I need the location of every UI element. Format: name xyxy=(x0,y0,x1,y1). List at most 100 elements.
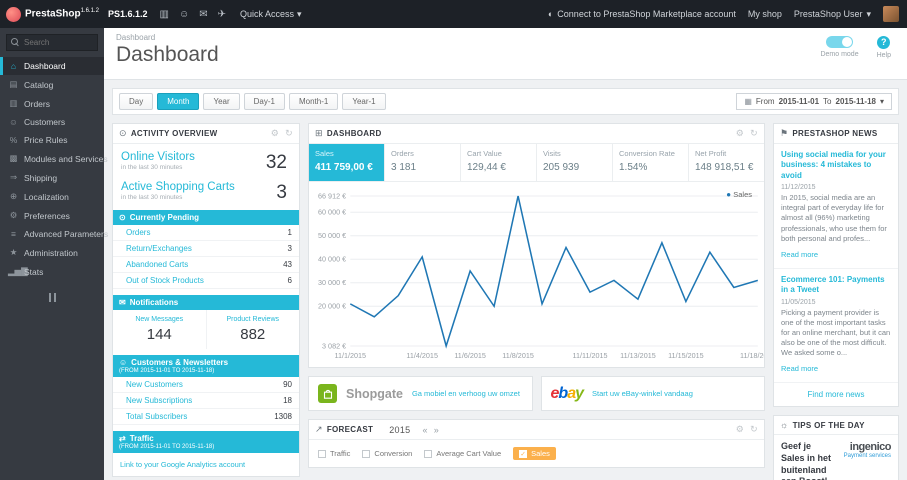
next-year-button[interactable]: » xyxy=(434,425,439,435)
shopgate-link[interactable]: Ga mobiel en verhoog uw omzet xyxy=(412,389,520,398)
refresh-icon[interactable]: ↻ xyxy=(750,128,758,139)
section-title: Currently Pending xyxy=(129,213,200,222)
range-button-year-1[interactable]: Year-1 xyxy=(342,93,386,110)
kpi-cart-value[interactable]: Cart Value 129,44 € xyxy=(461,144,537,181)
forecast-toggle-traffic[interactable]: Traffic xyxy=(318,449,350,458)
range-button-day-1[interactable]: Day-1 xyxy=(243,93,285,110)
kpi-conversion-rate[interactable]: Conversion Rate 1.54% xyxy=(613,144,689,181)
gear-icon[interactable]: ⚙ xyxy=(736,128,744,139)
sidebar-item-orders[interactable]: ▥ Orders xyxy=(0,94,104,113)
activity-panel-header: ⊙ ACTIVITY OVERVIEW ⚙ ↻ xyxy=(113,124,299,144)
sidebar-item-label: Stats xyxy=(24,266,44,277)
chart-legend[interactable]: ● Sales xyxy=(726,190,752,199)
gear-icon[interactable]: ⚙ xyxy=(736,424,744,435)
forecast-year[interactable]: 2015 xyxy=(389,425,410,435)
row-value: 18 xyxy=(283,396,292,405)
forecast-toggle-conversion[interactable]: Conversion xyxy=(362,449,412,458)
pending-row-out-of-stock: Out of Stock Products 6 xyxy=(113,273,299,289)
read-more-link[interactable]: Read more xyxy=(781,364,818,373)
cell-value: 882 xyxy=(240,326,266,343)
row-label[interactable]: New Subscriptions xyxy=(126,396,192,405)
customers-row-new-customers: New Customers 90 xyxy=(113,377,299,393)
sidebar-item-administration[interactable]: ★ Administration xyxy=(0,243,104,262)
ebay-ad[interactable]: ebay Start uw eBay-winkel vandaag xyxy=(540,376,765,411)
shop-name[interactable]: PS1.6.1.2 xyxy=(108,9,148,19)
row-label[interactable]: Orders xyxy=(126,228,150,237)
kpi-value: 411 759,00 € xyxy=(315,162,373,173)
sidebar-item-label: Shipping xyxy=(24,172,58,183)
quick-access-menu[interactable]: Quick Access ▾ xyxy=(240,9,302,20)
find-more-news-link[interactable]: Find more news xyxy=(774,383,898,406)
row-label[interactable]: New Customers xyxy=(126,380,183,389)
bag-icon[interactable]: ▥ xyxy=(160,9,169,20)
breadcrumb[interactable]: Dashboard xyxy=(116,33,895,42)
topbar: PrestaShop1.6.1.2 PS1.6.1.2 ▥ ☺ ✉ ✈ Quic… xyxy=(0,0,907,28)
sidebar-item-catalog[interactable]: ▤ Catalog xyxy=(0,75,104,94)
ebay-link[interactable]: Start uw eBay-winkel vandaag xyxy=(592,389,693,398)
sidebar-item-label: Orders xyxy=(24,98,50,109)
person-icon[interactable]: ☺ xyxy=(179,9,189,20)
refresh-icon[interactable]: ↻ xyxy=(285,128,293,139)
notifications-header: ✉ Notifications xyxy=(113,295,299,310)
sidebar-item-modules[interactable]: ▩ Modules and Services xyxy=(0,149,107,168)
legend-dot-icon: ● xyxy=(726,190,732,199)
my-shop-link[interactable]: My shop xyxy=(748,9,782,19)
row-label[interactable]: Total Subscribers xyxy=(126,412,187,421)
demo-mode-toggle[interactable] xyxy=(826,36,854,48)
forecast-toggle-average-cart-value[interactable]: Average Cart Value xyxy=(424,449,501,458)
svg-text:11/11/2015: 11/11/2015 xyxy=(572,352,607,360)
date-range-picker[interactable]: ▦ From 2015-11-01 To 2015-11-18 ▾ xyxy=(736,93,892,110)
kpi-sales[interactable]: Sales 411 759,00 € xyxy=(309,144,385,181)
kpi-label: Net Profit xyxy=(695,149,727,158)
user-menu[interactable]: PrestaShop User ▾ xyxy=(794,9,871,20)
sidebar-item-advanced-parameters[interactable]: ≡ Advanced Parameters xyxy=(0,225,108,243)
sidebar-item-stats[interactable]: ▂▅▇ Stats xyxy=(0,262,104,281)
range-button-day[interactable]: Day xyxy=(119,93,154,110)
article-title[interactable]: Ecommerce 101: Payments in a Tweet xyxy=(781,275,891,296)
sidebar-item-preferences[interactable]: ⚙ Preferences xyxy=(0,206,104,225)
kpi-net-profit[interactable]: Net Profit 148 918,51 € xyxy=(689,144,764,181)
kpi-orders[interactable]: Orders 3 181 xyxy=(385,144,461,181)
article-title[interactable]: Using social media for your business: 4 … xyxy=(781,150,891,181)
admin-icon: ★ xyxy=(9,247,18,257)
from-label: From xyxy=(755,97,775,106)
read-more-link[interactable]: Read more xyxy=(781,250,818,259)
sidebar-item-shipping[interactable]: ⇒ Shipping xyxy=(0,168,104,187)
kpi-visits[interactable]: Visits 205 939 xyxy=(537,144,613,181)
range-button-year[interactable]: Year xyxy=(203,93,240,110)
active-carts-label[interactable]: Active Shopping Carts xyxy=(121,181,291,193)
range-button-month-1[interactable]: Month-1 xyxy=(288,93,339,110)
brand-block[interactable]: PrestaShop1.6.1.2 xyxy=(0,6,104,22)
sales-chart-wrap: ● Sales 66 912 € 60 000 € 50 000 € 40 000 €… xyxy=(309,182,776,367)
svg-text:30 000 €: 30 000 € xyxy=(318,279,346,287)
search-input[interactable] xyxy=(24,38,96,47)
envelope-icon[interactable]: ✉ xyxy=(199,9,207,20)
row-label[interactable]: Out of Stock Products xyxy=(126,276,204,285)
shopgate-ad[interactable]: Shopgate Ga mobiel en verhoog uw omzet xyxy=(308,376,533,411)
row-label[interactable]: Abandoned Carts xyxy=(126,260,188,269)
refresh-icon[interactable]: ↻ xyxy=(750,424,758,435)
new-messages-cell[interactable]: New Messages 144 xyxy=(113,310,207,349)
forecast-toggle-sales[interactable]: ✓ Sales xyxy=(513,447,556,460)
sidebar-item-customers[interactable]: ☺ Customers xyxy=(0,113,104,131)
google-analytics-link[interactable]: Link to your Google Analytics account xyxy=(113,453,299,476)
rocket-icon[interactable]: ✈ xyxy=(218,9,226,20)
kpi-label: Cart Value xyxy=(467,149,502,158)
modules-icon: ▩ xyxy=(9,153,18,163)
sidebar-item-price-rules[interactable]: % Price Rules xyxy=(0,131,104,149)
row-label[interactable]: Return/Exchanges xyxy=(126,244,192,253)
avatar[interactable] xyxy=(883,6,899,22)
row-value: 1 xyxy=(287,228,292,237)
previous-year-button[interactable]: « xyxy=(422,425,427,435)
range-button-month[interactable]: Month xyxy=(157,93,200,110)
sidebar-item-dashboard[interactable]: ⌂ Dashboard xyxy=(0,57,104,75)
gear-icon[interactable]: ⚙ xyxy=(271,128,279,139)
toggle-label: Conversion xyxy=(374,449,413,458)
marketplace-connect-link[interactable]: ◐ Connect to PrestaShop Marketplace acco… xyxy=(548,9,736,19)
sidebar-item-localization[interactable]: ⊕ Localization xyxy=(0,187,104,206)
product-reviews-cell[interactable]: Product Reviews 882 xyxy=(207,310,300,349)
svg-text:11/1/2015: 11/1/2015 xyxy=(334,352,366,360)
help-icon[interactable]: ? xyxy=(877,36,891,49)
collapse-sidebar-button[interactable] xyxy=(0,293,104,302)
ingenico-logo[interactable]: ingenico Payment services xyxy=(839,441,892,480)
